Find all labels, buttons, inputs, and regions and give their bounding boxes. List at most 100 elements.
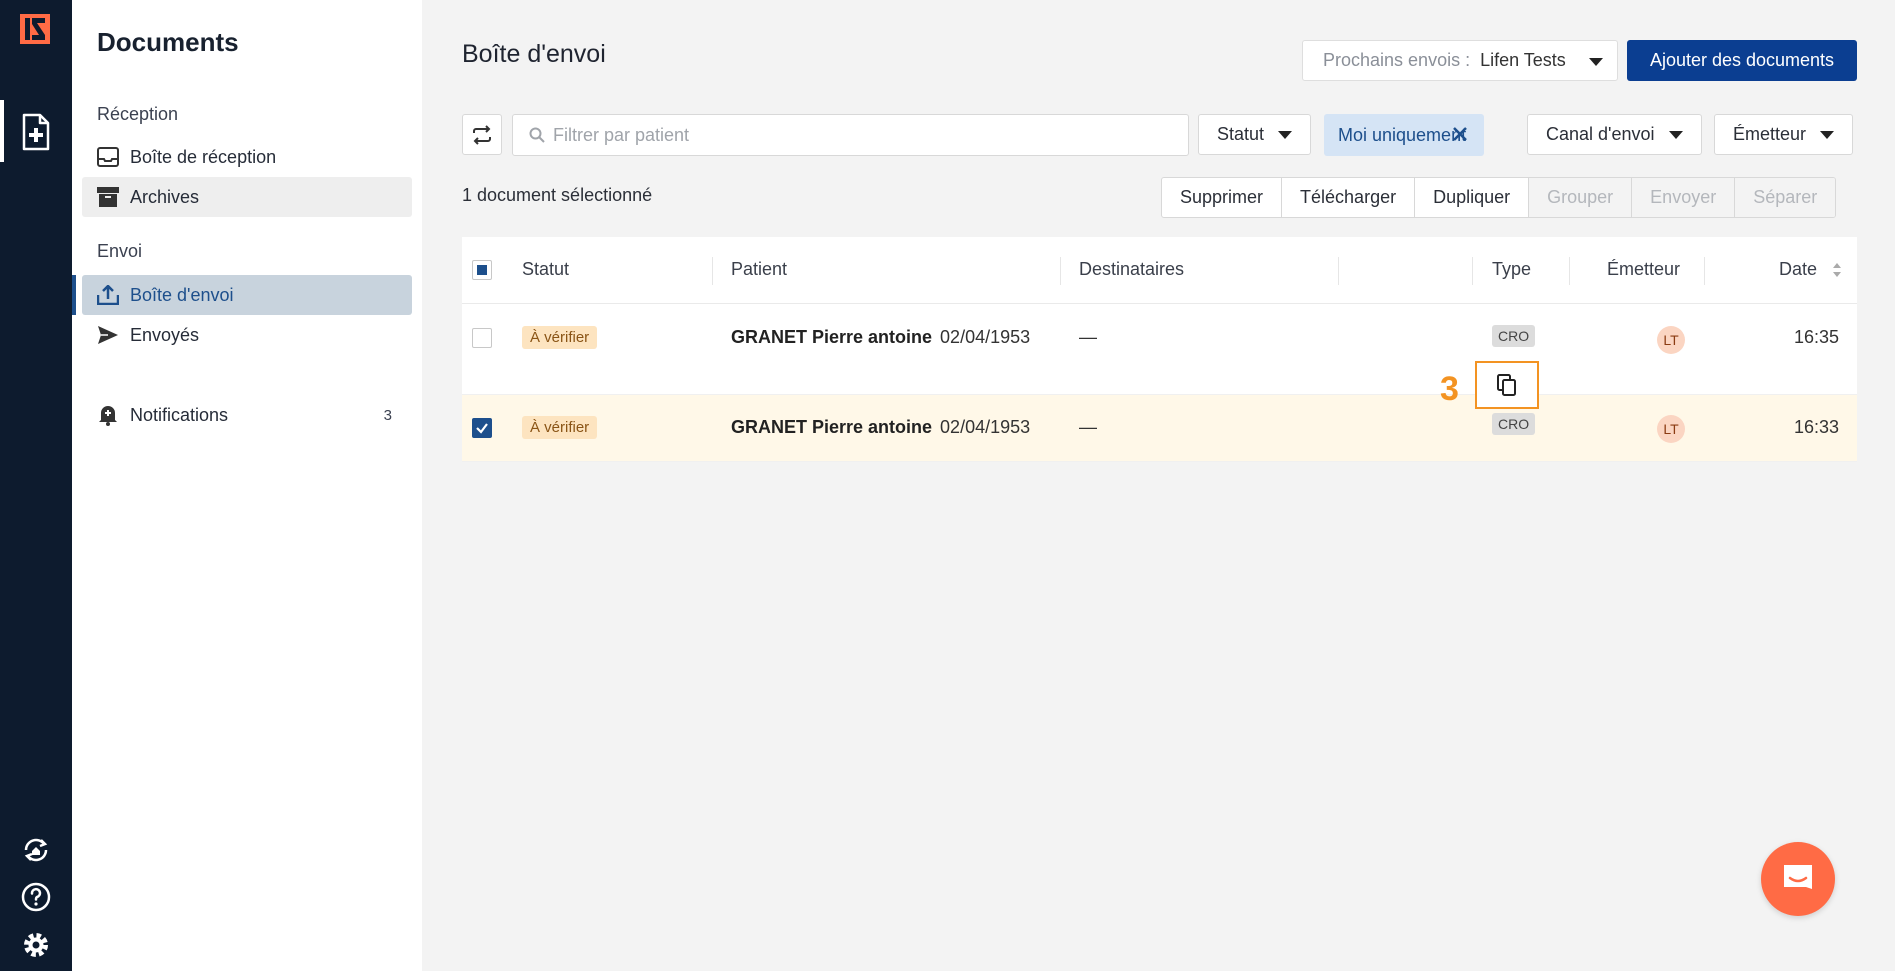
settings-gear-icon[interactable] bbox=[20, 929, 52, 961]
documents-sidebar: Documents Réception Boîte de réception A… bbox=[72, 0, 422, 971]
documents-table: Statut Patient Destinataires Type Émette… bbox=[462, 237, 1857, 462]
only-me-label: Moi uniquement bbox=[1338, 124, 1467, 145]
sender-filter-label: Émetteur bbox=[1733, 124, 1807, 144]
sidebar-item-outbox[interactable]: Boîte d'envoi bbox=[82, 275, 412, 315]
type-badge: CRO bbox=[1492, 413, 1536, 435]
section-reception: Réception bbox=[97, 104, 179, 124]
step-number: 3 bbox=[1440, 370, 1459, 408]
sidebar-item-label: Boîte de réception bbox=[130, 146, 277, 167]
recipients-cell: — bbox=[1079, 417, 1097, 437]
notifications-count: 3 bbox=[383, 406, 392, 424]
next-sends-label: Prochains envois : bbox=[1323, 50, 1471, 70]
status-filter[interactable]: Statut bbox=[1198, 114, 1312, 155]
column-separator bbox=[1472, 257, 1473, 285]
send-button[interactable]: Envoyer bbox=[1632, 178, 1736, 217]
column-separator bbox=[1060, 257, 1061, 285]
chat-launcher-button[interactable] bbox=[1761, 842, 1835, 916]
close-icon[interactable] bbox=[1450, 124, 1470, 144]
table-row[interactable]: À vérifier GRANET Pierre antoine 02/04/19… bbox=[462, 304, 1857, 395]
page-title: Boîte d'envoi bbox=[462, 40, 606, 68]
sidebar-item-inbox[interactable]: Boîte de réception bbox=[82, 137, 412, 177]
select-all-checkbox[interactable] bbox=[472, 260, 492, 280]
sidebar-item-label: Archives bbox=[130, 186, 200, 207]
sidebar-active-indicator bbox=[72, 275, 76, 315]
sender-avatar: LT bbox=[1657, 415, 1685, 443]
refresh-button[interactable] bbox=[462, 114, 502, 155]
bulk-actions: Supprimer Télécharger Dupliquer Grouper … bbox=[1161, 177, 1837, 218]
duplicate-document-button[interactable] bbox=[1475, 361, 1539, 409]
sidebar-title: Documents bbox=[97, 27, 239, 57]
chevron-down-icon bbox=[1668, 130, 1683, 139]
column-separator bbox=[1338, 257, 1339, 285]
sort-icon[interactable] bbox=[1832, 261, 1842, 279]
download-button[interactable]: Télécharger bbox=[1282, 178, 1416, 217]
date-cell: 16:33 bbox=[1793, 417, 1839, 437]
chevron-down-icon bbox=[1820, 130, 1835, 139]
type-badge: CRO bbox=[1492, 325, 1536, 347]
row-checkbox[interactable] bbox=[472, 418, 492, 438]
sender-filter[interactable]: Émetteur bbox=[1714, 114, 1854, 155]
column-patient[interactable]: Patient bbox=[731, 259, 787, 280]
lifen-logo[interactable] bbox=[20, 14, 50, 44]
main-content: Boîte d'envoi Prochains envois : Lifen T… bbox=[422, 0, 1895, 971]
column-status[interactable]: Statut bbox=[522, 259, 569, 280]
status-filter-label: Statut bbox=[1217, 124, 1265, 144]
column-sender[interactable]: Émetteur bbox=[1607, 259, 1680, 280]
column-date[interactable]: Date bbox=[1779, 259, 1817, 280]
sidebar-item-sent[interactable]: Envoyés bbox=[82, 315, 412, 355]
recipients-cell: — bbox=[1079, 327, 1097, 347]
duplicate-button[interactable]: Dupliquer bbox=[1415, 178, 1530, 217]
patient-cell[interactable]: GRANET Pierre antoine 02/04/1953 bbox=[731, 417, 1030, 438]
patient-dob: 02/04/1953 bbox=[940, 417, 1031, 437]
add-documents-button[interactable]: Ajouter des documents bbox=[1627, 40, 1857, 81]
table-row[interactable]: À vérifier GRANET Pierre antoine 02/04/19… bbox=[462, 395, 1857, 462]
group-button[interactable]: Grouper bbox=[1529, 178, 1633, 217]
search-icon bbox=[529, 127, 545, 143]
search-input[interactable] bbox=[553, 124, 1153, 146]
bell-plus-icon bbox=[96, 403, 120, 427]
next-sends-select[interactable]: Prochains envois : Lifen Tests bbox=[1302, 40, 1618, 81]
patient-name: GRANET Pierre antoine bbox=[731, 327, 933, 347]
table-header: Statut Patient Destinataires Type Émette… bbox=[462, 237, 1857, 304]
column-recipients[interactable]: Destinataires bbox=[1079, 259, 1184, 280]
chevron-down-icon bbox=[1589, 58, 1603, 66]
inbox-tray-icon bbox=[96, 145, 120, 169]
checkmark-icon bbox=[476, 423, 488, 434]
outbox-upload-icon bbox=[96, 283, 120, 307]
channel-filter[interactable]: Canal d'envoi bbox=[1527, 114, 1702, 155]
sidebar-item-archives[interactable]: Archives bbox=[82, 177, 412, 217]
only-me-chip[interactable]: Moi uniquement bbox=[1324, 114, 1484, 156]
sync-home-icon[interactable] bbox=[20, 834, 52, 866]
channel-filter-label: Canal d'envoi bbox=[1546, 124, 1655, 144]
patient-name: GRANET Pierre antoine bbox=[731, 417, 933, 437]
patient-search[interactable] bbox=[512, 114, 1189, 156]
status-badge: À vérifier bbox=[522, 416, 598, 439]
help-icon[interactable] bbox=[20, 881, 52, 913]
column-separator bbox=[712, 257, 713, 285]
sidebar-item-label: Notifications bbox=[130, 404, 229, 425]
column-type[interactable]: Type bbox=[1492, 259, 1531, 280]
patient-cell[interactable]: GRANET Pierre antoine 02/04/1953 bbox=[731, 327, 1030, 348]
send-plane-icon bbox=[96, 323, 120, 347]
patient-dob: 02/04/1953 bbox=[940, 327, 1031, 347]
sidebar-item-label: Boîte d'envoi bbox=[130, 284, 234, 305]
sender-avatar: LT bbox=[1657, 326, 1685, 354]
sidebar-item-notifications[interactable]: Notifications 3 bbox=[82, 395, 412, 435]
refresh-arrows-icon bbox=[473, 124, 491, 145]
chevron-down-icon bbox=[1278, 130, 1293, 139]
next-sends-value: Lifen Tests bbox=[1480, 50, 1566, 70]
archive-box-icon bbox=[96, 185, 120, 209]
status-badge: À vérifier bbox=[522, 326, 598, 349]
selected-count: 1 document sélectionné bbox=[462, 185, 653, 205]
split-button[interactable]: Séparer bbox=[1735, 178, 1836, 217]
column-separator bbox=[1704, 257, 1705, 285]
rail-active-indicator bbox=[0, 100, 4, 162]
column-separator bbox=[1569, 257, 1570, 285]
date-cell: 16:35 bbox=[1793, 327, 1839, 347]
row-checkbox[interactable] bbox=[472, 328, 492, 348]
documents-icon[interactable] bbox=[18, 112, 54, 152]
sidebar-item-label: Envoyés bbox=[130, 324, 200, 345]
section-envoi: Envoi bbox=[97, 241, 143, 261]
copy-icon bbox=[1497, 374, 1516, 396]
delete-button[interactable]: Supprimer bbox=[1162, 178, 1283, 217]
